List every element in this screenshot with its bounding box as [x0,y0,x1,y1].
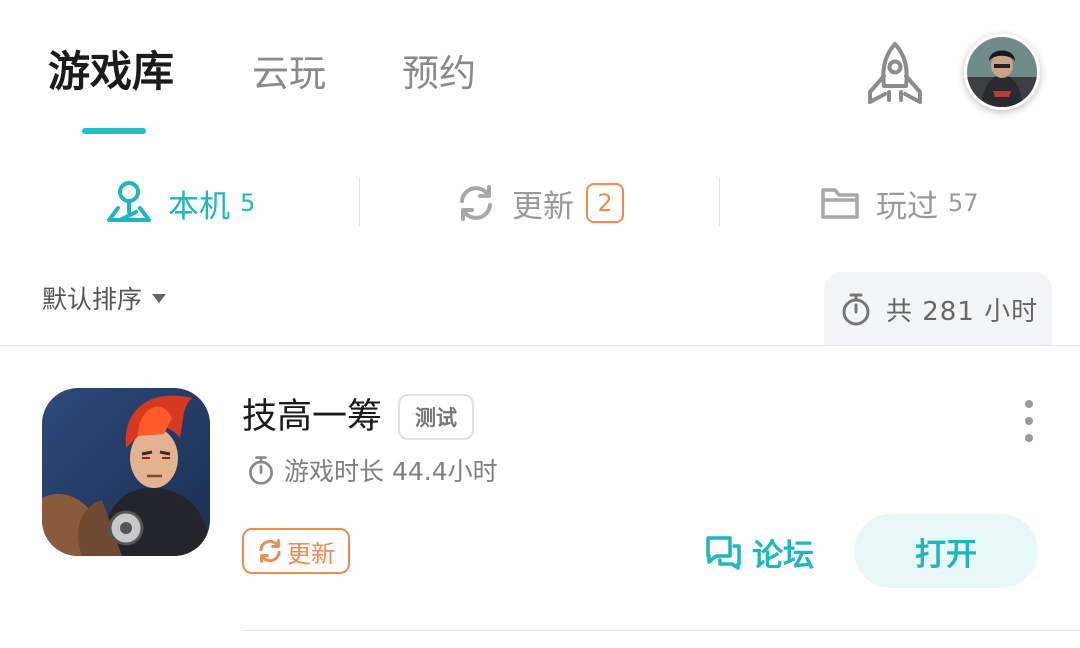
section-divider [0,345,1080,346]
subtab-divider [719,178,720,226]
location-pin-icon [107,181,151,222]
update-button[interactable]: 更新 [242,528,350,574]
refresh-icon [259,539,281,563]
open-button[interactable]: 打开 [854,514,1038,588]
update-button-label: 更新 [287,539,335,568]
tab-reservations[interactable]: 预约 [402,48,476,100]
subtab-played[interactable]: 玩过 57 [820,170,979,236]
subtab-played-label: 玩过 [876,188,938,225]
subtab-local-count: 5 [240,189,256,217]
update-count-badge: 2 [586,183,624,223]
list-item-divider [242,630,1080,631]
sub-tab-bar: 本机 5 更新 2 玩过 57 [0,170,1080,236]
forum-button[interactable]: 论坛 [704,526,814,578]
user-avatar[interactable] [964,34,1040,110]
game-icon[interactable] [42,388,210,556]
sort-label: 默认排序 [42,285,143,314]
subtab-played-count: 57 [948,189,979,217]
sort-dropdown[interactable]: 默认排序 [42,280,167,316]
game-title[interactable]: 技高一筹 [242,392,382,442]
refresh-icon [460,185,492,221]
chat-bubbles-icon [706,536,741,570]
tab-cloud-play[interactable]: 云玩 [252,48,326,100]
more-options-icon[interactable] [1016,400,1042,442]
game-play-time: 游戏时长 44.4小时 [246,452,498,488]
total-play-time-text: 共 281 小时 [886,296,1039,327]
subtab-updates-label: 更新 [512,188,574,225]
stopwatch-icon [842,293,870,326]
folder-icon [821,188,859,219]
top-tab-bar: 游戏库 云玩 预约 [0,0,1080,150]
caret-down-icon [152,293,167,303]
subtab-updates[interactable]: 更新 2 [456,170,624,236]
test-tag-badge: 测试 [398,394,474,440]
rocket-icon[interactable] [862,40,928,106]
subtab-divider [359,178,360,226]
active-tab-indicator [82,128,146,134]
total-play-time: 共 281 小时 [824,272,1052,346]
stopwatch-icon [249,456,273,485]
forum-button-label: 论坛 [752,537,814,574]
subtab-local-label: 本机 [168,188,230,225]
tab-game-library[interactable]: 游戏库 [48,46,174,98]
subtab-local[interactable]: 本机 5 [106,170,255,236]
game-play-time-text: 游戏时长 44.4小时 [284,457,498,486]
